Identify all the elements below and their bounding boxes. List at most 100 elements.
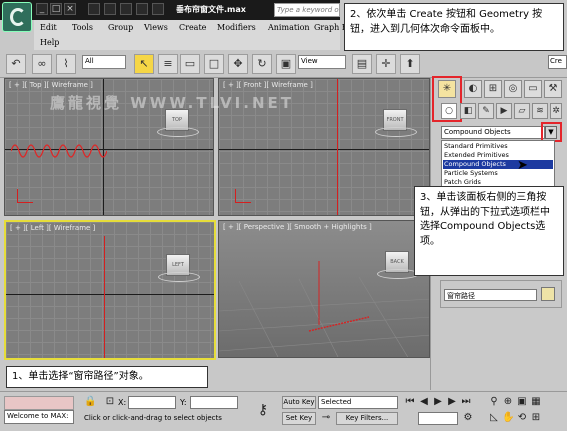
modify-tab-icon[interactable]: ◐ [464, 80, 482, 98]
select-by-name-button[interactable]: ≡ [158, 54, 178, 74]
auto-key-button[interactable]: Auto Key [282, 396, 316, 409]
option-standard-primitives[interactable]: Standard Primitives [443, 142, 553, 151]
key-icon[interactable]: ⚷ [252, 402, 274, 418]
menu-group[interactable]: Group [108, 23, 133, 32]
minimize-icon[interactable]: _ [36, 3, 48, 15]
category-options-list[interactable]: Standard Primitives Extended Primitives … [441, 140, 555, 188]
utilities-tab-icon[interactable]: ⚒ [544, 80, 562, 98]
status-prompt: Click or click-and-drag to select object… [84, 414, 222, 422]
menu-bar-row2 [34, 36, 340, 50]
hierarchy-tab-icon[interactable]: ⊞ [484, 80, 502, 98]
maximize-icon[interactable]: □ [50, 3, 62, 15]
key-filter-options-icon[interactable]: ⊸ [320, 412, 332, 423]
helpers-button-icon[interactable]: ▱ [514, 103, 530, 119]
go-to-end-icon[interactable]: ⏭ [460, 396, 472, 407]
play-icon[interactable]: ▶ [432, 396, 444, 407]
absolute-mode-icon[interactable]: ⊡ [104, 396, 116, 407]
curtain-path-top[interactable] [11, 139, 107, 163]
next-frame-icon[interactable]: ▶ [446, 396, 458, 407]
rotate-icon[interactable]: ↻ [252, 54, 272, 74]
key-mode-dropdown[interactable]: Selected [318, 396, 398, 409]
y-label: Y: [180, 398, 187, 407]
current-frame-field[interactable] [418, 412, 458, 425]
motion-tab-icon[interactable]: ◎ [504, 80, 522, 98]
geometry-button-icon[interactable]: ○ [441, 103, 457, 119]
zoom-extents-icon[interactable]: ▣ [516, 396, 528, 407]
menu-tools[interactable]: Tools [72, 23, 93, 32]
named-selection-field[interactable]: Cre [548, 55, 567, 69]
viewport-left[interactable]: LEFT [ + ][ Left ][ Wireframe ] [4, 220, 216, 360]
option-compound-objects[interactable]: Compound Objects [443, 160, 553, 169]
maxscript-listener-top[interactable] [4, 396, 74, 410]
previous-frame-icon[interactable]: ◀ [418, 396, 430, 407]
redo-icon[interactable] [136, 3, 148, 15]
orbit-icon[interactable]: ⟲ [516, 412, 528, 423]
quick-access-icon[interactable] [88, 3, 100, 15]
pivot-icon[interactable]: ▤ [352, 54, 372, 74]
option-particle-systems[interactable]: Particle Systems [443, 169, 553, 178]
callout-step2: 2、依次单击 Create 按钮和 Geometry 按钮，进入到几何体次命令面… [344, 3, 564, 51]
highlight-dropdown-arrow [541, 122, 562, 142]
unlink-icon[interactable]: ⌇ [56, 54, 76, 74]
viewport-label-perspective[interactable]: [ + ][ Perspective ][ Smooth + Highlight… [223, 223, 372, 231]
menu-views[interactable]: Views [144, 23, 168, 32]
rect-region-button[interactable]: ▭ [180, 54, 200, 74]
maxscript-listener-input[interactable]: Welcome to MAX: [4, 410, 74, 424]
shapes-button-icon[interactable]: ◧ [460, 103, 476, 119]
undo-icon[interactable] [120, 3, 132, 15]
undo-button[interactable]: ↶ [6, 54, 26, 74]
display-tab-icon[interactable]: ▭ [524, 80, 542, 98]
scale-icon[interactable]: ▣ [276, 54, 296, 74]
selection-filter-dropdown[interactable]: All [82, 55, 126, 69]
lock-selection-icon[interactable]: 🔒 [84, 396, 96, 407]
viewport-label-front[interactable]: [ + ][ Front ][ Wireframe ] [223, 81, 313, 89]
option-extended-primitives[interactable]: Extended Primitives [443, 151, 553, 160]
app-window: _ □ × 垂布帘窗文件.max Type a keyword or Edit … [0, 0, 567, 431]
zoom-extents-all-icon[interactable]: ▦ [530, 396, 542, 407]
maximize-viewport-icon[interactable]: ⊞ [530, 412, 542, 423]
viewport-label-left[interactable]: [ + ][ Left ][ Wireframe ] [10, 224, 95, 232]
callout-step3: 3、单击该面板右侧的三角按钮，从弹出的下拉式选项栏中选择Compound Obj… [414, 186, 564, 276]
x-coordinate-field[interactable] [128, 396, 176, 409]
zoom-all-icon[interactable]: ⊕ [502, 396, 514, 407]
x-label: X: [118, 398, 127, 407]
ref-coord-dropdown[interactable]: View [298, 55, 346, 69]
select-object-button[interactable]: ↖ [134, 54, 154, 74]
field-of-view-icon[interactable]: ◺ [488, 412, 500, 423]
y-coordinate-field[interactable] [190, 396, 238, 409]
object-color-swatch[interactable] [541, 287, 555, 301]
go-to-start-icon[interactable]: ⏮ [404, 396, 416, 407]
select-manipulate-icon[interactable]: ✛ [376, 54, 396, 74]
link-icon[interactable]: ∞ [32, 54, 52, 74]
window-title: 垂布帘窗文件.max [176, 5, 246, 14]
systems-button-icon[interactable]: ✲ [550, 103, 562, 119]
key-filters-button[interactable]: Key Filters... [336, 412, 398, 425]
window-crossing-button[interactable]: □ [204, 54, 224, 74]
keyboard-shortcut-icon[interactable]: ⬆ [400, 54, 420, 74]
project-icon[interactable] [152, 3, 164, 15]
menu-graph-editors[interactable]: Graph E [314, 23, 348, 32]
menu-animation[interactable]: Animation [268, 23, 310, 32]
mouse-cursor-icon: ➤ [517, 158, 528, 173]
zoom-icon[interactable]: ⚲ [488, 396, 500, 407]
object-name-field[interactable]: 窗帘路径 [444, 289, 537, 301]
move-icon[interactable]: ✥ [228, 54, 248, 74]
menu-create[interactable]: Create [179, 23, 206, 32]
callout-step1: 1、单击选择“窗帘路径”对象。 [6, 366, 208, 388]
viewport-label-top[interactable]: [ + ][ Top ][ Wireframe ] [9, 81, 93, 89]
category-dropdown[interactable]: Compound Objects [441, 126, 545, 139]
spacewarps-button-icon[interactable]: ≋ [532, 103, 548, 119]
set-key-button[interactable]: Set Key [282, 412, 316, 425]
app-logo-icon[interactable] [2, 2, 32, 32]
menu-modifiers[interactable]: Modifiers [217, 23, 256, 32]
time-config-icon[interactable]: ⚙ [462, 412, 474, 423]
viewport-perspective[interactable]: BACK [ + ][ Perspective ][ Smooth + High… [218, 220, 430, 358]
menu-edit[interactable]: Edit [40, 23, 57, 32]
lights-button-icon[interactable]: ✎ [478, 103, 494, 119]
menu-help[interactable]: Help [40, 38, 59, 47]
cameras-button-icon[interactable]: ▶ [496, 103, 512, 119]
pan-icon[interactable]: ✋ [502, 412, 514, 423]
search-input[interactable]: Type a keyword or [274, 3, 340, 17]
close-icon[interactable]: × [64, 3, 76, 15]
save-icon[interactable] [104, 3, 116, 15]
